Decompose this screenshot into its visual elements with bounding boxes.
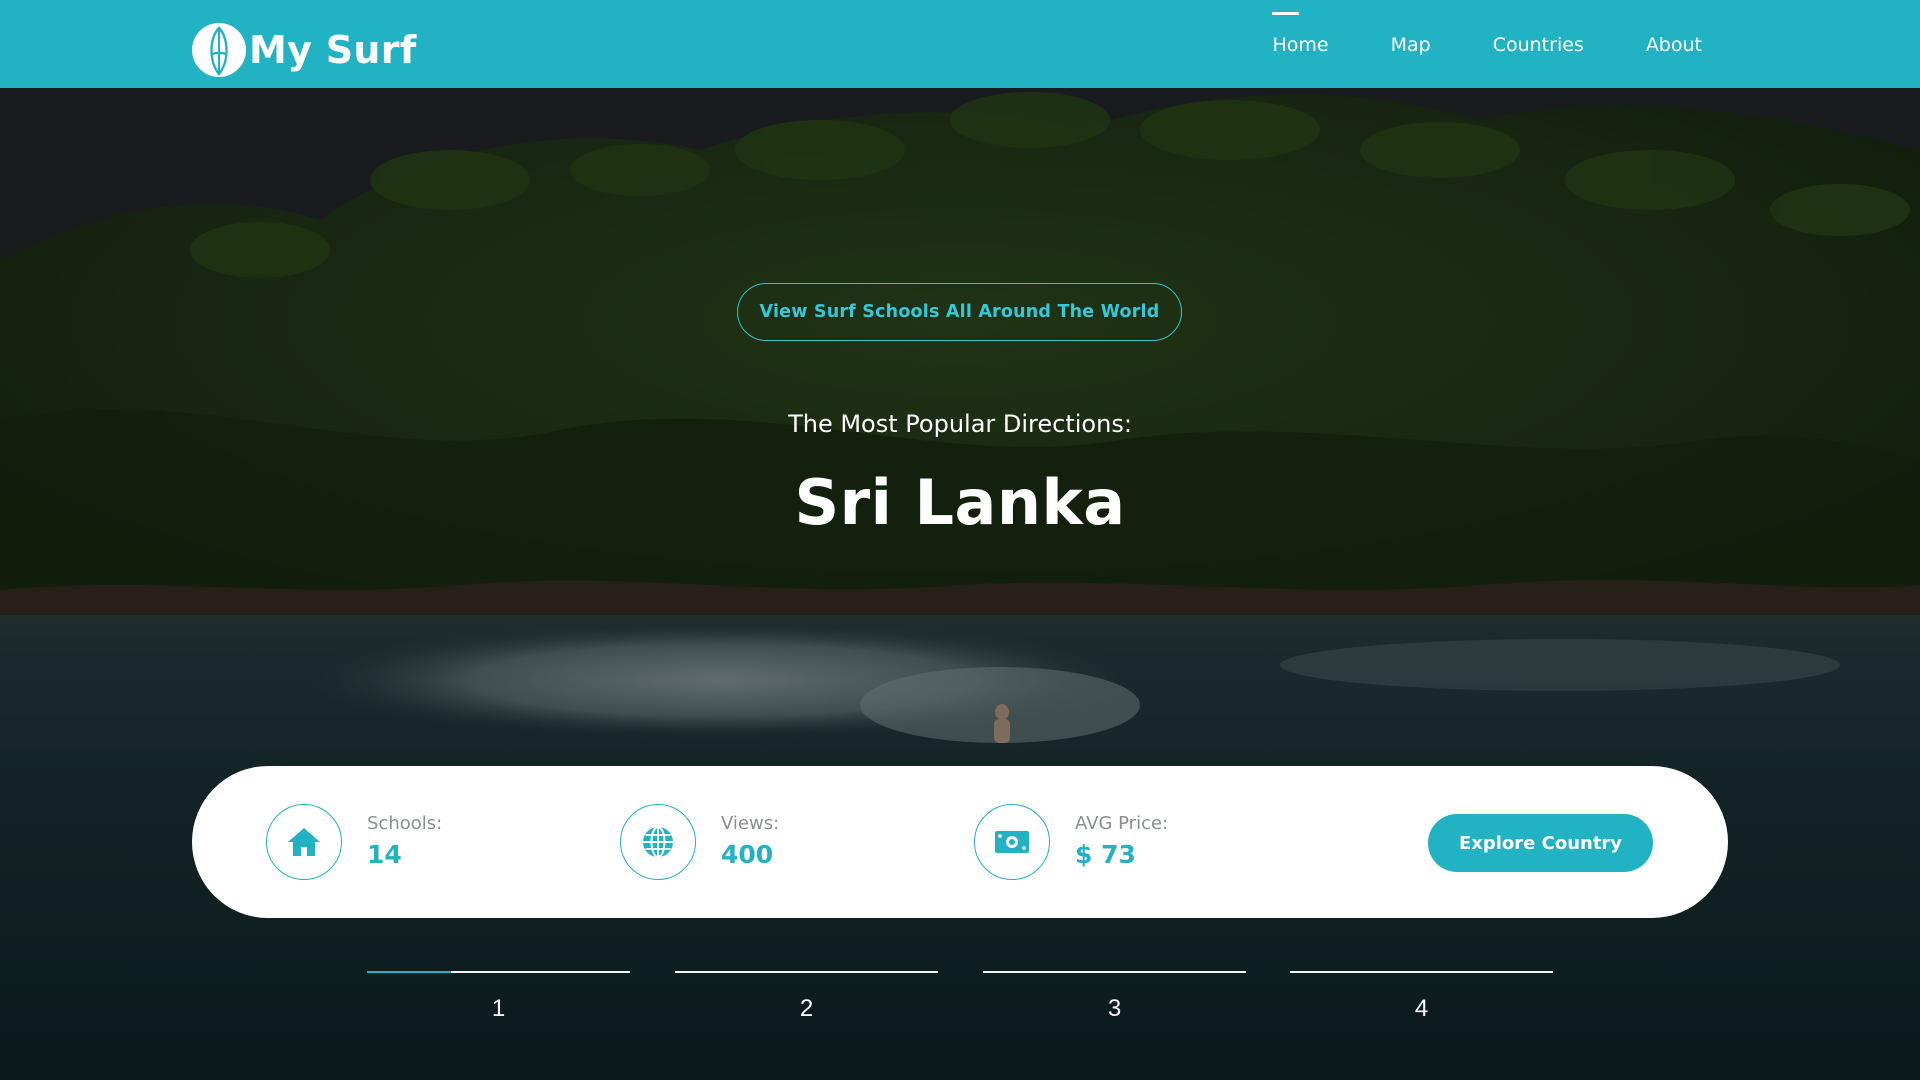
main-nav: Home Map Countries About <box>1210 0 1702 88</box>
stat-views-value: 400 <box>721 840 774 869</box>
stat-schools-value: 14 <box>367 840 402 869</box>
stat-avg-price: AVG Price: $ 73 <box>974 803 1168 881</box>
surfboard-logo-icon <box>192 23 246 77</box>
stat-avg-price-label: AVG Price: <box>1075 813 1169 834</box>
nav-item-map[interactable]: Map <box>1391 32 1431 56</box>
stat-views: Views: 400 <box>620 803 779 881</box>
stat-schools-text: Schools: 14 <box>367 812 442 872</box>
pager-number: 1 <box>491 995 506 1022</box>
stat-views-label: Views: <box>721 813 780 834</box>
page: My Surf Home Map Countries About View Su… <box>0 0 1920 1080</box>
nav-item-countries[interactable]: Countries <box>1493 32 1584 56</box>
explore-country-button[interactable]: Explore Country <box>1428 814 1653 872</box>
site-header: My Surf Home Map Countries About <box>0 0 1920 88</box>
pager-track <box>1290 971 1553 973</box>
stat-avg-price-text: AVG Price: $ 73 <box>1075 812 1168 872</box>
nav-item-about[interactable]: About <box>1646 32 1702 56</box>
house-icon <box>266 804 342 880</box>
hero-dark-overlay <box>0 0 1920 1080</box>
pager-item-3[interactable]: 3 <box>983 971 1246 1031</box>
pager-item-1[interactable]: 1 <box>367 971 630 1031</box>
country-stats-card: Schools: 14 Views: 400 AVG Price: $ 73 E… <box>192 766 1728 918</box>
money-icon <box>974 804 1050 880</box>
pager-number: 4 <box>1414 995 1429 1022</box>
brand-name: My Surf <box>249 28 417 72</box>
view-surf-schools-button[interactable]: View Surf Schools All Around The World <box>737 283 1182 341</box>
slide-pager: 1 2 3 4 <box>0 971 1920 1031</box>
pager-item-2[interactable]: 2 <box>675 971 938 1031</box>
stat-views-text: Views: 400 <box>721 812 779 872</box>
pager-number: 2 <box>799 995 814 1022</box>
stat-schools: Schools: 14 <box>266 803 442 881</box>
nav-item-home[interactable]: Home <box>1272 12 1329 56</box>
globe-icon <box>620 804 696 880</box>
pager-number: 3 <box>1107 995 1122 1022</box>
hero-subtitle: The Most Popular Directions: <box>788 410 1132 438</box>
hero-title: Sri Lanka <box>794 466 1126 539</box>
pager-track <box>675 971 938 973</box>
stat-avg-price-value: $ 73 <box>1075 840 1136 869</box>
pager-progress-bar <box>367 971 452 973</box>
stat-schools-label: Schools: <box>367 813 443 834</box>
pager-track <box>983 971 1246 973</box>
logo-link[interactable]: My Surf <box>191 19 417 81</box>
pager-item-4[interactable]: 4 <box>1290 971 1553 1031</box>
